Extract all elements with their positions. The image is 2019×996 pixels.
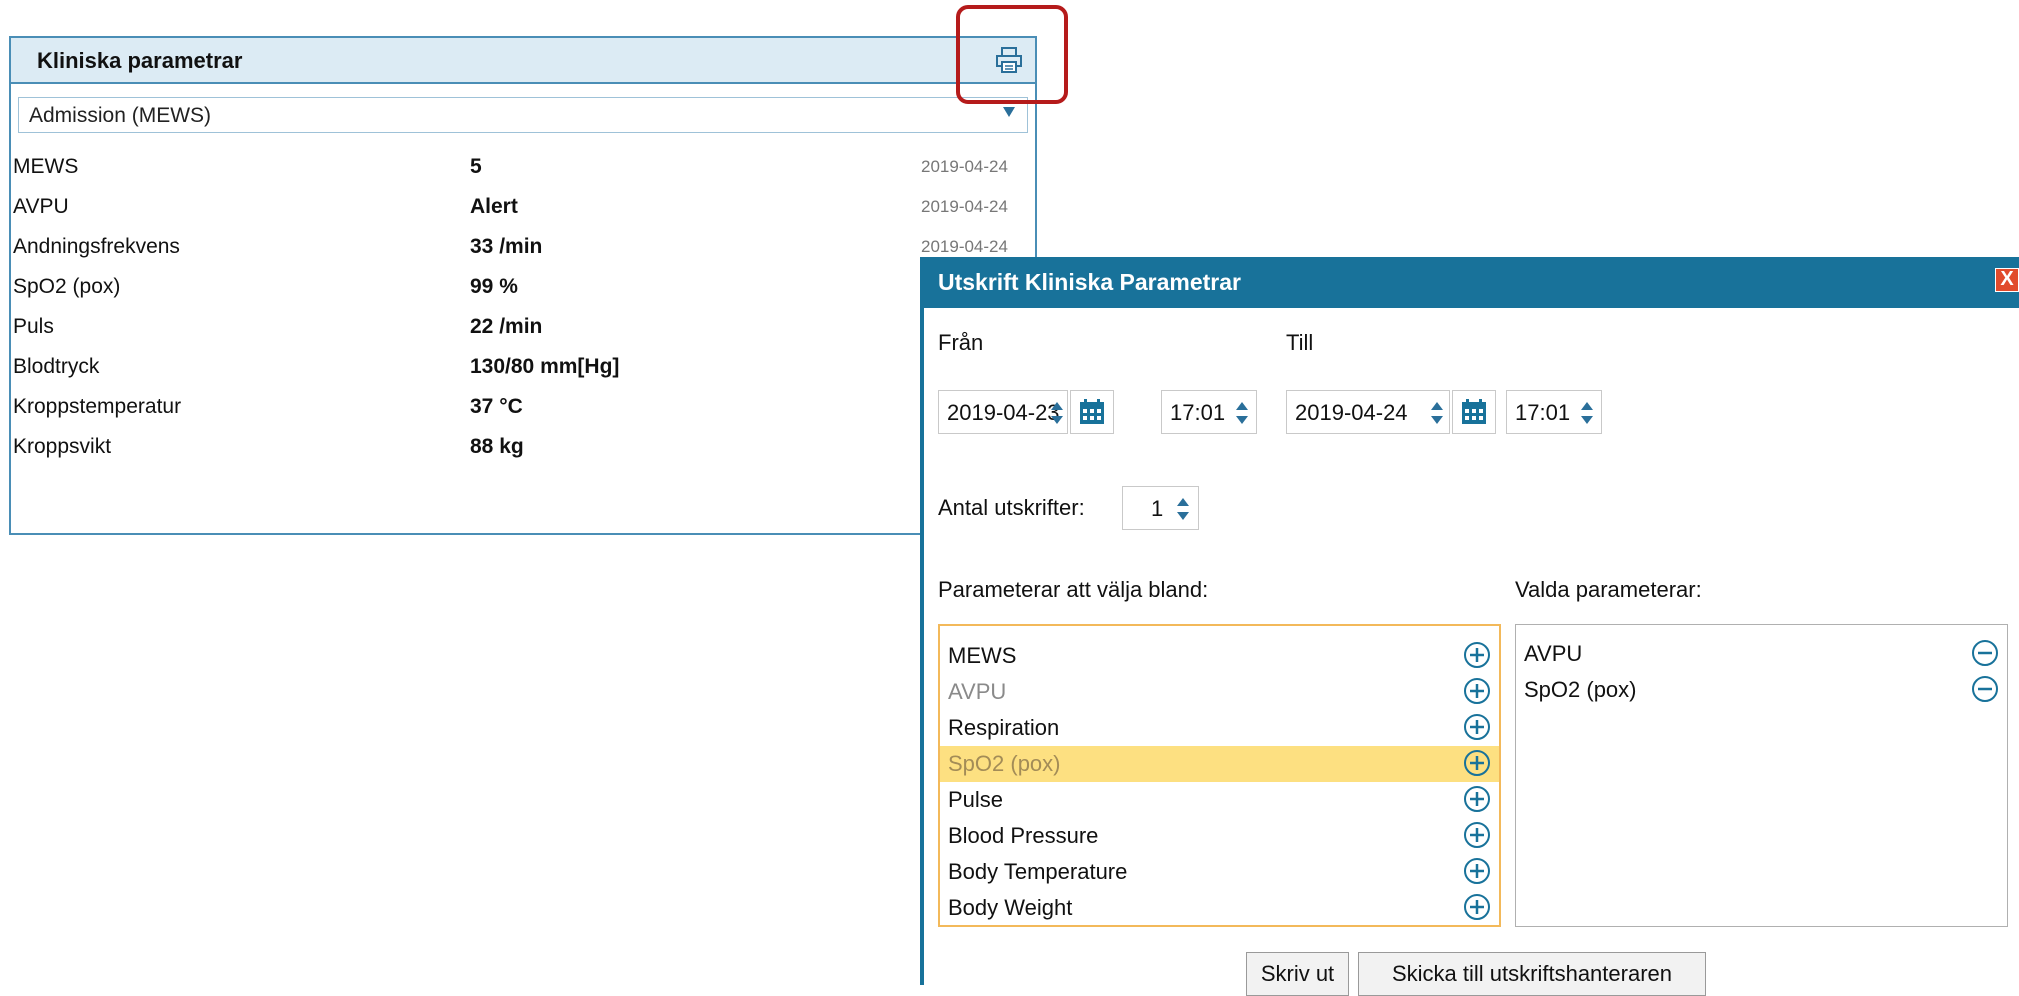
remove-icon[interactable]	[1971, 639, 1999, 667]
param-row: Kroppsvikt 88 kg	[11, 427, 1035, 467]
param-value: Alert	[470, 195, 518, 218]
to-label: Till	[1286, 330, 1314, 355]
dialog-title: Utskrift Kliniska Parametrar	[938, 269, 1241, 295]
param-value: 99 %	[470, 275, 518, 298]
param-value: 22 /min	[470, 315, 543, 338]
remove-icon[interactable]	[1971, 675, 1999, 703]
param-name: SpO2 (pox)	[13, 275, 121, 298]
to-date-input[interactable]: 2019-04-24	[1286, 390, 1450, 434]
from-date-input[interactable]: 2019-04-23	[938, 390, 1068, 434]
add-icon[interactable]	[1463, 677, 1491, 705]
param-date: 2019-04-24	[921, 157, 1008, 176]
to-calendar-button[interactable]	[1452, 390, 1496, 434]
list-item-label: Blood Pressure	[948, 823, 1099, 848]
copies-value: 1	[1151, 496, 1164, 521]
list-item-label: Body Weight	[948, 895, 1073, 920]
add-icon[interactable]	[1463, 893, 1491, 921]
list-item-label: AVPU	[948, 679, 1007, 704]
print-button-highlight	[956, 5, 1068, 104]
add-icon[interactable]	[1463, 641, 1491, 669]
panel-title: Kliniska parametrar	[37, 48, 243, 73]
copies-label: Antal utskrifter:	[938, 495, 1085, 520]
calendar-icon	[1080, 399, 1104, 424]
chevron-down-icon	[1003, 107, 1015, 117]
add-icon[interactable]	[1463, 713, 1491, 741]
from-label: Från	[938, 330, 984, 355]
clinical-parameters-panel: Kliniska parametrar Admission (MEWS) MEW…	[9, 36, 1037, 535]
calendar-icon	[1462, 399, 1486, 424]
param-name: AVPU	[13, 195, 69, 218]
param-date: 2019-04-24	[921, 237, 1008, 256]
to-date-value: 2019-04-24	[1295, 400, 1408, 425]
param-name: Kroppstemperatur	[13, 395, 182, 418]
param-row: Kroppstemperatur 37 °C	[11, 387, 1035, 427]
param-date: 2019-04-24	[921, 197, 1008, 216]
param-name: Blodtryck	[13, 355, 100, 378]
from-calendar-button[interactable]	[1070, 390, 1114, 434]
list-item-label: AVPU	[1524, 641, 1583, 666]
from-time-value: 17:01	[1170, 400, 1226, 425]
available-params-list[interactable]: MEWS AVPU Respiration SpO2 (pox) Pulse B…	[938, 624, 1501, 927]
from-date-value: 2019-04-23	[947, 400, 1060, 425]
available-item-avpu[interactable]: AVPU	[940, 674, 1499, 710]
close-button[interactable]: X	[1995, 268, 2019, 292]
param-row: Blodtryck 130/80 mm[Hg]	[11, 347, 1035, 387]
param-value: 5	[470, 155, 482, 178]
param-name: Kroppsvikt	[13, 435, 112, 458]
spinner-icon[interactable]	[1430, 402, 1444, 424]
selected-params-label: Valda parameterar:	[1515, 577, 1702, 602]
copies-input[interactable]: 1	[1122, 486, 1199, 530]
send-to-print-manager-button[interactable]: Skicka till utskriftshanteraren	[1358, 952, 1706, 996]
selected-item-spo2[interactable]: SpO2 (pox)	[1516, 672, 2007, 708]
param-row: AVPU Alert 2019-04-24	[11, 187, 1035, 227]
spinner-icon[interactable]	[1176, 498, 1190, 520]
protocol-select[interactable]: Admission (MEWS)	[18, 97, 1028, 133]
param-row: SpO2 (pox) 99 %	[11, 267, 1035, 307]
add-icon[interactable]	[1463, 785, 1491, 813]
param-value: 33 /min	[470, 235, 543, 258]
list-item-label: Pulse	[948, 787, 1004, 812]
param-value: 88 kg	[470, 435, 524, 458]
selected-params-list[interactable]: AVPU SpO2 (pox)	[1515, 624, 2008, 927]
spinner-icon[interactable]	[1235, 402, 1249, 424]
available-item-pulse[interactable]: Pulse	[940, 782, 1499, 818]
param-row: Puls 22 /min	[11, 307, 1035, 347]
list-item-label: SpO2 (pox)	[948, 751, 1061, 776]
available-item-body-weight[interactable]: Body Weight	[940, 890, 1499, 926]
print-submit-button[interactable]: Skriv ut	[1246, 952, 1349, 996]
available-item-blood-pressure[interactable]: Blood Pressure	[940, 818, 1499, 854]
available-item-respiration[interactable]: Respiration	[940, 710, 1499, 746]
available-item-mews[interactable]: MEWS	[940, 638, 1499, 674]
list-item-label: SpO2 (pox)	[1524, 677, 1637, 702]
param-value: 130/80 mm[Hg]	[470, 355, 620, 378]
available-item-spo2[interactable]: SpO2 (pox)	[940, 746, 1499, 782]
add-icon[interactable]	[1463, 749, 1491, 777]
selected-item-avpu[interactable]: AVPU	[1516, 636, 2007, 672]
to-time-value: 17:01	[1515, 400, 1571, 425]
list-item-label: Body Temperature	[948, 859, 1128, 884]
spinner-icon[interactable]	[1050, 402, 1064, 424]
list-item-label: MEWS	[948, 643, 1017, 668]
param-value: 37 °C	[470, 395, 523, 418]
available-item-body-temperature[interactable]: Body Temperature	[940, 854, 1499, 890]
add-icon[interactable]	[1463, 821, 1491, 849]
from-time-input[interactable]: 17:01	[1161, 390, 1257, 434]
available-params-label: Parameterar att välja bland:	[938, 577, 1209, 602]
param-name: Puls	[13, 315, 54, 338]
param-name: MEWS	[13, 155, 79, 178]
close-icon: X	[2000, 268, 2014, 290]
panel-header: Kliniska parametrar	[11, 38, 1035, 84]
print-dialog: Utskrift Kliniska Parametrar X Från Till…	[920, 257, 2019, 996]
protocol-select-value: Admission (MEWS)	[29, 104, 212, 127]
spinner-icon[interactable]	[1580, 402, 1594, 424]
to-time-input[interactable]: 17:01	[1506, 390, 1602, 434]
add-icon[interactable]	[1463, 857, 1491, 885]
param-row: Andningsfrekvens 33 /min 2019-04-24	[11, 227, 1035, 267]
param-row: MEWS 5 2019-04-24	[11, 147, 1035, 187]
param-name: Andningsfrekvens	[13, 235, 180, 258]
dialog-titlebar[interactable]: Utskrift Kliniska Parametrar X	[924, 257, 2019, 308]
list-item-label: Respiration	[948, 715, 1060, 740]
